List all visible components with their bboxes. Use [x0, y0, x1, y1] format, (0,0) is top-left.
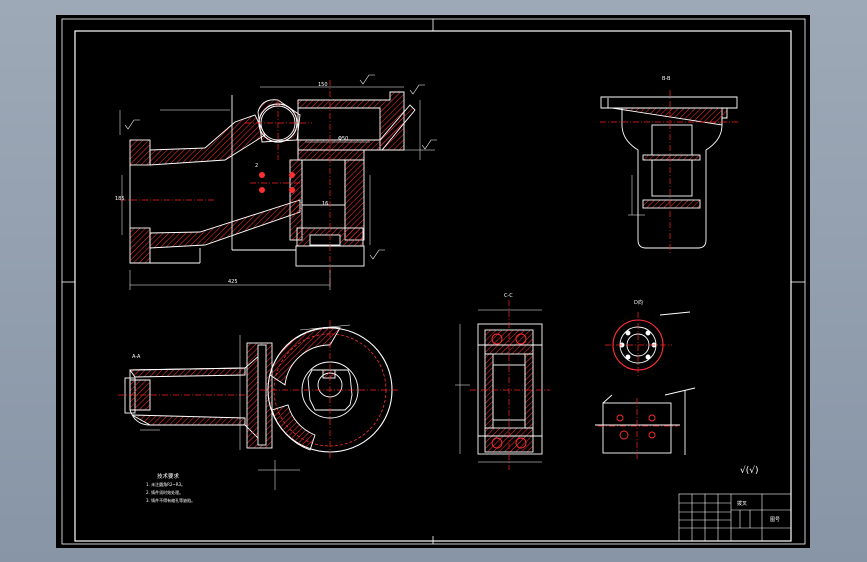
view-label-d: D向 [634, 299, 643, 306]
tech-req-item-3: 3. 铸件不得有缩孔等缺陷。 [146, 497, 195, 503]
tech-req-item-2: 2. 铸件须时效处理。 [146, 489, 183, 495]
section-label-bb: B-B [662, 76, 671, 82]
dim-mid-b: Φ50 [338, 136, 348, 142]
dim-overall-width: 425 [228, 279, 238, 285]
dim-small-a: 2 [255, 163, 258, 169]
dim-mid-a: 150 [318, 82, 328, 88]
cad-drawing-canvas: 425 185 150 Φ50 2 16 B-B A-A 技术要求 1. 未注圆… [56, 15, 810, 548]
surface-finish-note: √(√) [740, 465, 759, 476]
dim-small-b: 16 [322, 201, 328, 207]
dim-height-left: 185 [115, 196, 125, 202]
drawing-sheet [56, 15, 810, 548]
tech-req-item-1: 1. 未注圆角R2~R3。 [146, 481, 185, 487]
title-block-name: 拨叉 [737, 500, 747, 507]
section-label-cc: C-C [504, 293, 513, 299]
section-label-aa: A-A [132, 354, 141, 360]
tech-req-title: 技术要求 [157, 472, 180, 480]
title-block-code: 图号 [770, 517, 780, 523]
